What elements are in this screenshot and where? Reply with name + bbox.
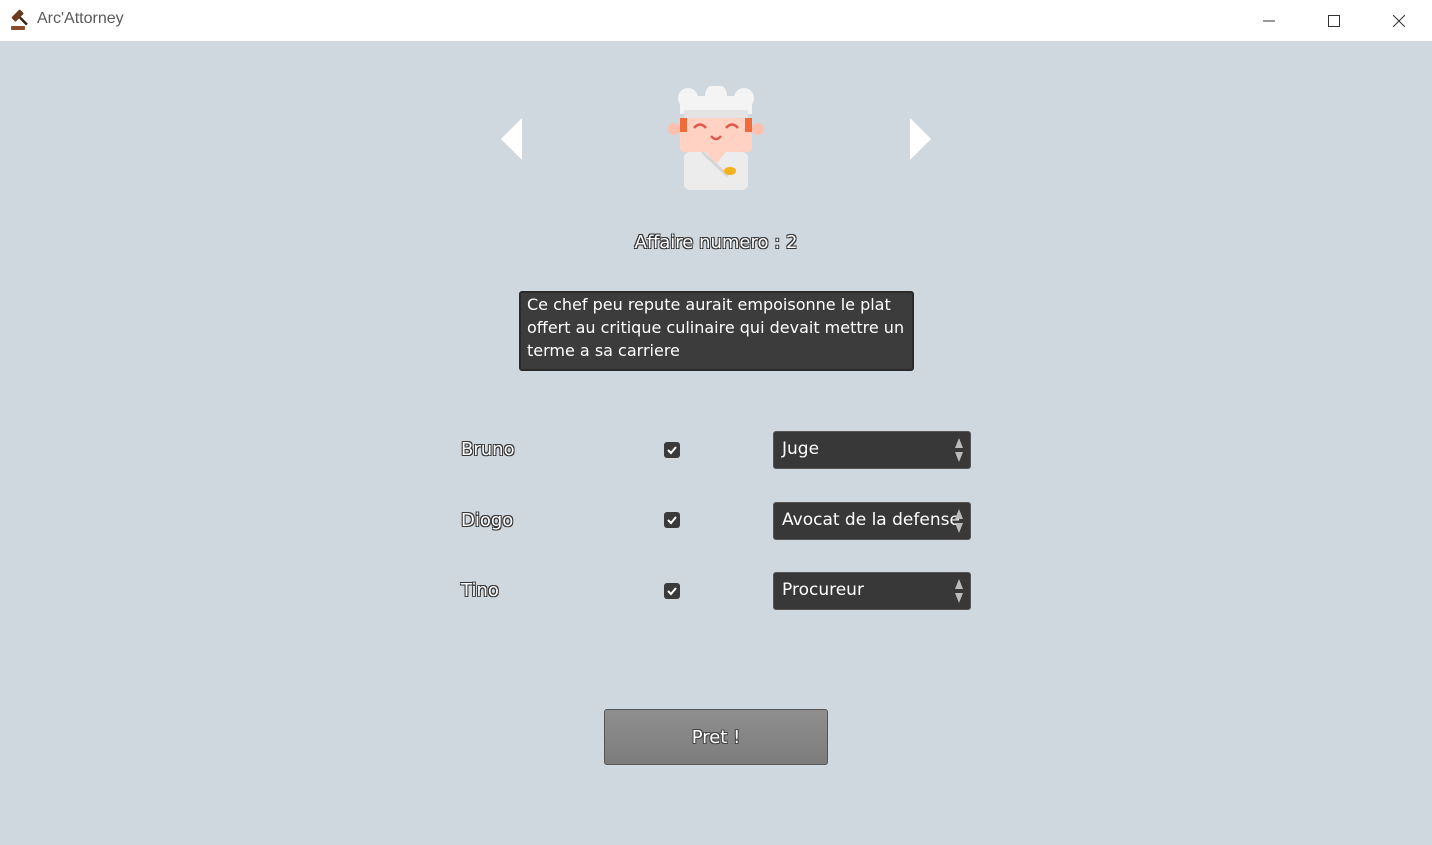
checkmark-icon [667, 446, 677, 455]
minimize-button[interactable] [1236, 0, 1302, 41]
minimize-icon [1263, 20, 1275, 21]
checkmark-icon [667, 516, 677, 525]
next-case-arrow-icon[interactable] [908, 116, 932, 162]
window-title: Arc'Attorney [37, 10, 124, 27]
role-select[interactable]: Procureur [773, 572, 971, 610]
role-select[interactable]: Juge [773, 431, 971, 469]
ready-button[interactable]: Pret ! [604, 709, 828, 765]
close-icon [1393, 14, 1405, 27]
spinner-arrows-icon[interactable] [954, 436, 964, 464]
player-checkbox[interactable] [664, 512, 680, 528]
spinner-arrows-icon[interactable] [954, 507, 964, 535]
checkmark-icon [667, 587, 677, 596]
maximize-icon [1328, 14, 1340, 27]
ready-button-label: Pret ! [691, 726, 741, 748]
gavel-icon [11, 9, 28, 30]
spinner-arrows-icon[interactable] [954, 577, 964, 605]
player-checkbox[interactable] [664, 583, 680, 599]
case-number-label: Affaire numero : 2 [634, 232, 798, 253]
close-button[interactable] [1366, 0, 1432, 41]
role-select-value: Avocat de la defense [782, 510, 960, 530]
player-name: Bruno [461, 439, 515, 460]
maximize-button[interactable] [1301, 0, 1367, 41]
case-description: Ce chef peu repute aurait empoisonne le … [519, 291, 914, 371]
role-select-value: Juge [782, 439, 820, 459]
player-checkbox[interactable] [664, 442, 680, 458]
previous-case-arrow-icon[interactable] [500, 116, 524, 162]
chef-avatar-icon [668, 86, 764, 190]
role-select[interactable]: Avocat de la defense [773, 502, 971, 540]
title-bar: Arc'Attorney [0, 0, 1432, 41]
role-select-value: Procureur [782, 580, 864, 600]
player-name: Tino [461, 580, 499, 601]
player-name: Diogo [461, 510, 514, 531]
